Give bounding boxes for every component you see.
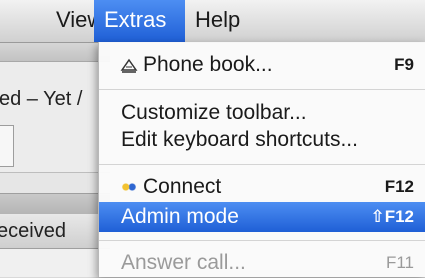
menu-separator — [99, 89, 425, 90]
content-panel: ed – Yet / — [0, 62, 110, 173]
menu-item-customize-toolbar[interactable]: Customize toolbar... — [99, 98, 425, 128]
extras-menu: Phone book... F9 Customize toolbar... Ed… — [98, 42, 425, 277]
menu-help[interactable]: Help — [185, 0, 250, 42]
menu-item-shortcut: ⇧F12 — [370, 207, 414, 226]
panel-title: ed – Yet / — [0, 88, 83, 110]
menu-item-connect[interactable]: Connect F12 — [99, 172, 425, 202]
panel-field[interactable] — [0, 125, 14, 167]
menu-item-label: Admin mode — [121, 205, 239, 228]
menu-item-label: Edit keyboard shortcuts... — [121, 128, 358, 151]
menu-item-shortcut: F11 — [385, 253, 414, 272]
menu-item-label: Connect — [143, 175, 222, 198]
menu-item-admin-mode[interactable]: Admin mode ⇧F12 — [99, 202, 425, 232]
menu-item-shortcut: F12 — [384, 177, 414, 196]
menu-separator — [99, 164, 425, 165]
phone-book-icon — [119, 50, 139, 80]
menu-bar: View Extras Help — [0, 0, 425, 43]
menu-item-label: Phone book... — [143, 53, 273, 76]
menu-item-answer-call[interactable]: Answer call... F11 — [99, 248, 425, 278]
menu-separator — [99, 240, 425, 241]
window-toolbar — [0, 43, 110, 62]
menu-item-edit-keyboard-shortcuts[interactable]: Edit keyboard shortcuts... — [99, 125, 425, 155]
tab-received[interactable]: eceived — [0, 214, 110, 249]
connect-icon — [119, 172, 139, 202]
menu-item-shortcut: F9 — [394, 55, 414, 74]
list-area — [0, 249, 110, 277]
menu-item-label: Customize toolbar... — [121, 101, 307, 124]
menu-item-label: Answer call... — [121, 251, 246, 274]
menu-item-phone-book[interactable]: Phone book... F9 — [99, 50, 425, 80]
menu-extras[interactable]: Extras — [94, 0, 185, 42]
panel-divider — [0, 193, 110, 215]
tab-received-label: eceived — [0, 220, 66, 242]
